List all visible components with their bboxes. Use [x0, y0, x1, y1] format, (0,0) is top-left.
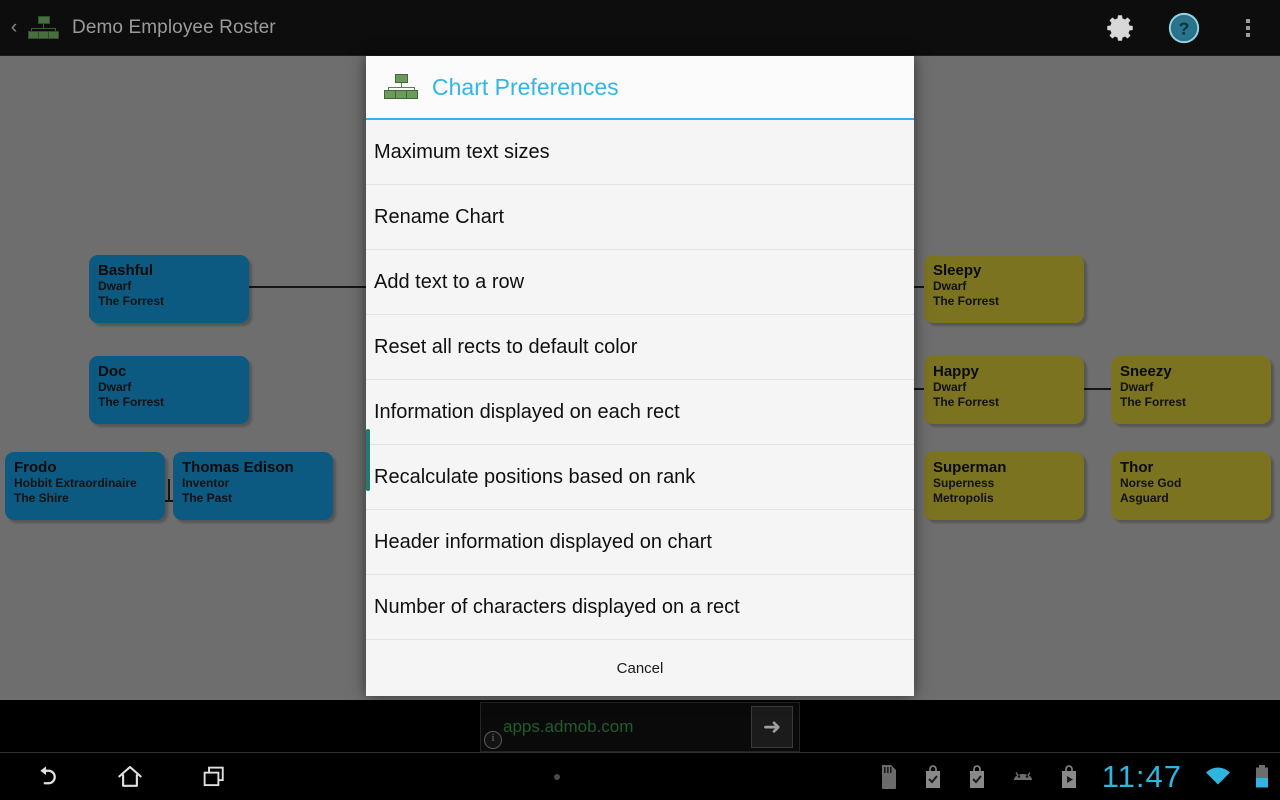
node-location: The Forrest [933, 395, 1000, 409]
dialog-item-rename-chart[interactable]: Rename Chart [366, 185, 914, 250]
node-location: The Past [182, 491, 233, 505]
recents-button[interactable] [192, 755, 236, 799]
nav-center-indicator [236, 773, 878, 780]
up-navigation-button[interactable]: ‹ [4, 18, 24, 37]
node-title: Norse God [1120, 476, 1182, 490]
connector-line [168, 479, 170, 501]
ad-url-text: apps.admob.com [503, 717, 634, 736]
dialog-app-icon [384, 73, 418, 101]
download-bag-check-icon [922, 764, 944, 790]
back-button[interactable] [24, 755, 68, 799]
node-location: Asguard [1120, 491, 1169, 505]
android-head-icon [1010, 767, 1036, 787]
node-location: The Forrest [1120, 395, 1187, 409]
svg-text:?: ? [1179, 18, 1190, 38]
dialog-item-reset-all-rects-to-default-color[interactable]: Reset all rects to default color [366, 315, 914, 380]
node-title: Dwarf [1120, 380, 1154, 394]
chart-node-frodo[interactable]: Frodo Hobbit Extraordinaire The Shire [5, 452, 165, 520]
dialog-item-number-of-characters-displayed-on-a-rect[interactable]: Number of characters displayed on a rect [366, 575, 914, 639]
dialog-item-maximum-text-sizes[interactable]: Maximum text sizes [366, 120, 914, 185]
dialog-item-label: Maximum text sizes [374, 140, 550, 163]
help-button[interactable]: ? [1152, 0, 1216, 56]
dialog-options-list[interactable]: Maximum text sizes Rename Chart Add text… [366, 120, 914, 639]
download-bag-check-icon [966, 764, 988, 790]
chart-node-sneezy[interactable]: Sneezy Dwarf The Forrest [1111, 356, 1271, 424]
help-circle-icon: ? [1168, 12, 1200, 43]
node-location: The Shire [14, 491, 69, 505]
wifi-icon [1204, 766, 1232, 788]
node-name: Frodo [14, 459, 57, 476]
play-store-icon [1058, 764, 1080, 790]
node-name: Superman [933, 459, 1007, 476]
dialog-item-label: Recalculate positions based on rank [374, 465, 696, 488]
node-location: The Forrest [98, 395, 165, 409]
back-arrow-icon [40, 765, 56, 784]
page-title: Demo Employee Roster [72, 16, 276, 38]
node-name: Sleepy [933, 262, 982, 279]
dialog-item-label: Number of characters displayed on a rect [374, 595, 740, 618]
ad-info-icon[interactable]: i [484, 731, 502, 749]
cancel-button[interactable]: Cancel [617, 660, 664, 677]
chart-node-bashful[interactable]: Bashful Dwarf The Forrest [89, 255, 249, 323]
node-name: Thor [1120, 459, 1154, 476]
node-location: The Forrest [933, 294, 1000, 308]
overflow-menu-icon [1246, 18, 1250, 37]
node-title: Inventor [182, 476, 230, 490]
chart-node-happy[interactable]: Happy Dwarf The Forrest [924, 356, 1084, 424]
status-icons[interactable]: 11:47 [878, 761, 1280, 792]
chart-preferences-dialog: Chart Preferences Maximum text sizes Ren… [366, 56, 914, 696]
ad-go-button[interactable]: ➜ [751, 706, 793, 748]
node-title: Dwarf [98, 279, 132, 293]
battery-icon [1254, 764, 1270, 790]
node-name: Bashful [98, 262, 154, 279]
node-title: Dwarf [933, 279, 967, 293]
dialog-item-add-text-to-a-row[interactable]: Add text to a row [366, 250, 914, 315]
action-bar: ‹ Demo Employee Roster ? [0, 0, 1280, 56]
app-icon [28, 15, 59, 41]
recent-apps-icon [203, 766, 224, 786]
node-name: Sneezy [1120, 363, 1172, 380]
home-button[interactable] [108, 755, 152, 799]
chart-node-sleepy[interactable]: Sleepy Dwarf The Forrest [924, 255, 1084, 323]
system-navigation-bar: 11:47 [0, 752, 1280, 800]
node-title: Superness [933, 476, 995, 490]
chart-node-superman[interactable]: Superman Superness Metropolis [924, 452, 1084, 520]
nav-buttons [0, 755, 236, 799]
dialog-footer: Cancel [366, 639, 914, 696]
status-dot-icon [553, 773, 560, 780]
status-clock: 11:47 [1101, 759, 1182, 794]
dialog-title: Chart Preferences [432, 73, 619, 100]
overflow-menu-button[interactable] [1216, 0, 1280, 56]
node-title: Dwarf [98, 380, 132, 394]
sd-card-icon [878, 764, 900, 790]
dialog-header: Chart Preferences [366, 56, 914, 120]
dialog-item-recalculate-positions-based-on-rank[interactable]: Recalculate positions based on rank [366, 445, 914, 510]
chart-node-doc[interactable]: Doc Dwarf The Forrest [89, 356, 249, 424]
node-location: The Forrest [98, 294, 165, 308]
dialog-item-label: Rename Chart [374, 205, 505, 228]
dialog-item-label: Header information displayed on chart [374, 530, 712, 553]
node-title: Hobbit Extraordinaire [14, 476, 137, 490]
node-title: Dwarf [933, 380, 967, 394]
gear-icon [1107, 14, 1133, 41]
home-icon [118, 765, 142, 787]
dialog-item-label: Reset all rects to default color [374, 335, 638, 358]
dialog-item-information-displayed-on-each-rect[interactable]: Information displayed on each rect [366, 380, 914, 445]
dialog-item-label: Information displayed on each rect [374, 400, 680, 423]
node-location: Metropolis [933, 491, 994, 505]
chart-node-thomas-edison[interactable]: Thomas Edison Inventor The Past [173, 452, 333, 520]
node-name: Doc [98, 363, 127, 380]
settings-button[interactable] [1088, 0, 1152, 56]
node-name: Thomas Edison [182, 459, 294, 476]
chart-node-thor[interactable]: Thor Norse God Asguard [1111, 452, 1271, 520]
dialog-item-label: Add text to a row [374, 270, 525, 293]
screen: ‹ Demo Employee Roster ? Bashful Dwarf T… [0, 0, 1280, 800]
ad-banner[interactable]: apps.admob.com ➜ i [480, 702, 800, 752]
dialog-scrollbar[interactable] [366, 429, 370, 491]
node-name: Happy [933, 363, 979, 380]
dialog-item-header-information-displayed-on-chart[interactable]: Header information displayed on chart [366, 510, 914, 575]
